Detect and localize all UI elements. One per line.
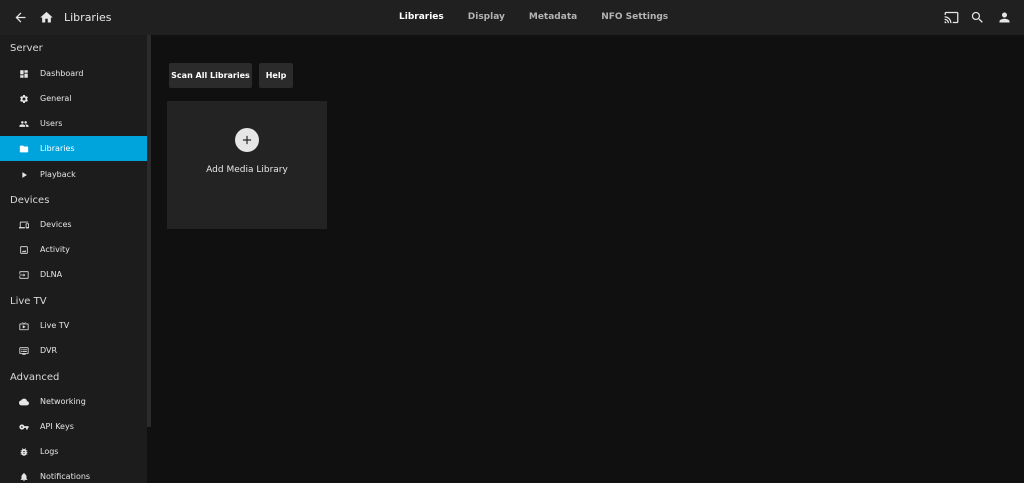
bug-icon: [17, 445, 31, 459]
devices-icon: [17, 218, 31, 232]
people-icon: [17, 117, 31, 131]
sidebar-item-activity[interactable]: Activity: [0, 237, 147, 262]
sidebar-item-label: Devices: [40, 220, 72, 229]
sidebar-item-logs[interactable]: Logs: [0, 439, 147, 464]
bell-icon: [17, 470, 31, 483]
sidebar-item-label: Dashboard: [40, 69, 84, 78]
page-title: Libraries: [64, 11, 112, 24]
input-icon: [17, 268, 31, 282]
dvr-icon: [17, 344, 31, 358]
sidebar: Server Dashboard General Users Libraries…: [0, 35, 147, 483]
tab-metadata[interactable]: Metadata: [529, 0, 577, 35]
tab-nfo-settings[interactable]: NFO Settings: [601, 0, 668, 35]
section-title-livetv: Live TV: [10, 296, 47, 307]
user-icon[interactable]: [992, 0, 1016, 35]
sidebar-item-general[interactable]: General: [0, 86, 147, 111]
section-title-server: Server: [10, 43, 43, 54]
sidebar-scrollbar[interactable]: [147, 35, 151, 427]
sidebar-item-label: Live TV: [40, 321, 70, 330]
folder-icon: [17, 142, 31, 156]
app-header: Libraries Libraries Display Metadata NFO…: [0, 0, 1024, 35]
sidebar-item-users[interactable]: Users: [0, 111, 147, 136]
sidebar-item-label: Playback: [40, 170, 76, 179]
sidebar-item-networking[interactable]: Networking: [0, 389, 147, 414]
back-arrow-icon[interactable]: [8, 0, 32, 35]
sidebar-item-libraries[interactable]: Libraries: [0, 136, 147, 161]
tab-bar: Libraries Display Metadata NFO Settings: [386, 0, 692, 35]
sidebar-item-label: Libraries: [40, 144, 75, 153]
sidebar-item-playback[interactable]: Playback: [0, 162, 147, 187]
sidebar-item-apikeys[interactable]: API Keys: [0, 414, 147, 439]
add-media-library-card[interactable]: Add Media Library: [167, 101, 327, 229]
sidebar-item-livetv[interactable]: Live TV: [0, 313, 147, 338]
sidebar-item-label: DLNA: [40, 270, 63, 279]
help-button[interactable]: Help: [259, 63, 293, 88]
gear-icon: [17, 92, 31, 106]
sidebar-item-dlna[interactable]: DLNA: [0, 262, 147, 287]
cloud-icon: [17, 395, 31, 409]
activity-icon: [17, 243, 31, 257]
scan-all-libraries-button[interactable]: Scan All Libraries: [169, 63, 252, 88]
sidebar-item-dvr[interactable]: DVR: [0, 338, 147, 363]
cast-icon[interactable]: [939, 0, 963, 35]
play-icon: [17, 168, 31, 182]
sidebar-item-label: Users: [40, 119, 63, 128]
section-title-advanced: Advanced: [10, 372, 60, 383]
key-icon: [17, 420, 31, 434]
sidebar-item-devices[interactable]: Devices: [0, 212, 147, 237]
add-icon: [235, 128, 259, 152]
sidebar-item-dashboard[interactable]: Dashboard: [0, 61, 147, 86]
sidebar-item-label: Activity: [40, 245, 70, 254]
tab-display[interactable]: Display: [468, 0, 505, 35]
sidebar-item-label: Logs: [40, 447, 59, 456]
sidebar-item-label: Networking: [40, 397, 86, 406]
dashboard-icon: [17, 67, 31, 81]
sidebar-item-label: Notifications: [40, 472, 91, 481]
live-tv-icon: [17, 319, 31, 333]
sidebar-item-label: General: [40, 94, 72, 103]
home-icon[interactable]: [34, 0, 58, 35]
sidebar-item-label: DVR: [40, 346, 58, 355]
tab-libraries[interactable]: Libraries: [399, 0, 444, 35]
section-title-devices: Devices: [10, 195, 50, 206]
search-icon[interactable]: [965, 0, 989, 35]
add-media-library-label: Add Media Library: [206, 165, 288, 175]
sidebar-item-label: API Keys: [40, 422, 74, 431]
sidebar-item-notifications[interactable]: Notifications: [0, 464, 147, 483]
